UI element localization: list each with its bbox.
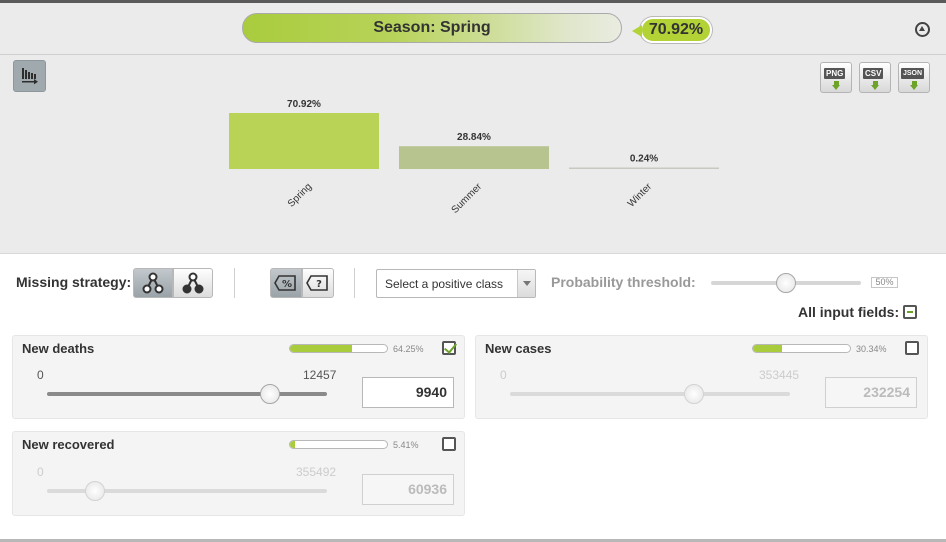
field-slider-handle[interactable] [84,481,105,501]
svg-text:?: ? [316,279,322,290]
field-card-new-deaths: New deaths 64.25% 0 12457 9940 [12,335,465,419]
bar-value-label: 28.84% [457,132,491,143]
range-max: 353445 [759,368,800,382]
percent-icon: % [274,275,296,291]
importance-fill [753,345,783,352]
range-min: 0 [500,368,507,382]
field-name: New cases [485,341,552,356]
all-input-fields-label: All input fields: [798,304,900,320]
importance-bar [289,344,388,353]
question-mode-button[interactable]: ? [302,268,334,298]
separator [234,268,235,298]
prediction-banner: Season: Spring [242,13,622,43]
png-label: PNG [824,68,846,79]
question-icon: ? [306,275,328,291]
field-slider-handle[interactable] [683,384,704,404]
threshold-value: 50% [871,277,898,288]
field-name: New recovered [22,437,115,452]
category-tick-label: Winter [626,181,655,210]
bar-winter[interactable] [569,167,719,170]
bar-summer[interactable] [399,146,549,169]
proportional-strategy-button[interactable] [173,268,213,298]
chevron-up-circle-icon[interactable] [915,22,930,37]
field-card-new-cases: New cases 30.34% 0 353445 232254 [475,335,928,419]
range-max: 355492 [296,465,337,479]
field-enable-checkbox[interactable] [442,437,456,451]
threshold-slider-handle[interactable] [776,273,796,293]
prediction-bar-chart: 70.92% Spring 28.84% Summer 0.24% Winter [229,99,719,216]
bar-spring[interactable] [229,113,379,169]
probability-threshold-label: Probability threshold: [551,274,696,290]
importance-bar [752,344,851,353]
download-arrow-icon [832,81,841,90]
field-name: New deaths [22,341,95,356]
category-tick-label: Summer [450,181,485,216]
range-max: 12457 [303,368,337,382]
chevron-down-icon[interactable] [517,270,535,297]
field-value-input[interactable]: 232254 [825,377,917,408]
prediction-app: Season: Spring 70.92% PNG CSV JSON 70.92… [0,0,946,542]
divider [0,54,946,55]
category-tick-label: Spring [286,181,314,209]
positive-class-placeholder: Select a positive class [385,277,504,291]
field-slider-handle[interactable] [260,384,281,404]
download-arrow-icon [910,81,919,90]
field-value-input[interactable]: 60936 [362,474,454,505]
importance-percent: 64.25% [393,344,424,354]
importance-fill [290,441,296,448]
separator [354,268,355,298]
export-png-button[interactable]: PNG [820,62,852,93]
prediction-label: Season: Spring [373,19,491,36]
importance-percent: 5.41% [393,440,419,450]
positive-class-select[interactable]: Select a positive class [376,269,536,298]
importance-bar [289,440,388,449]
bar-value-label: 70.92% [287,99,321,110]
json-label: JSON [901,68,925,79]
field-card-new-recovered: New recovered 5.41% 0 355492 60936 [12,431,465,516]
csv-label: CSV [863,68,884,79]
field-enable-checkbox[interactable] [905,341,919,355]
field-enable-checkbox[interactable] [442,341,456,355]
field-value-slider[interactable] [47,392,327,396]
download-arrow-icon [871,81,880,90]
percent-mode-button[interactable]: % [270,268,302,298]
last-prediction-strategy-button[interactable] [133,268,173,298]
field-value-slider[interactable] [510,392,790,396]
field-value-input[interactable]: 9940 [362,377,454,408]
all-input-fields-checkbox[interactable] [903,305,917,319]
missing-strategy-label: Missing strategy: [16,274,132,290]
bar-chart-icon [22,68,38,85]
proportional-icon [182,272,204,294]
export-csv-button[interactable]: CSV [859,62,891,93]
bar-chart-toggle-button[interactable] [13,60,46,92]
bar-value-label: 0.24% [630,154,658,165]
confidence-badge: 70.92% [632,17,712,43]
range-min: 0 [37,368,44,382]
range-min: 0 [37,465,44,479]
last-prediction-icon [142,272,164,294]
export-json-button[interactable]: JSON [898,62,930,93]
importance-percent: 30.34% [856,344,887,354]
svg-text:%: % [282,279,292,290]
importance-fill [290,345,353,352]
